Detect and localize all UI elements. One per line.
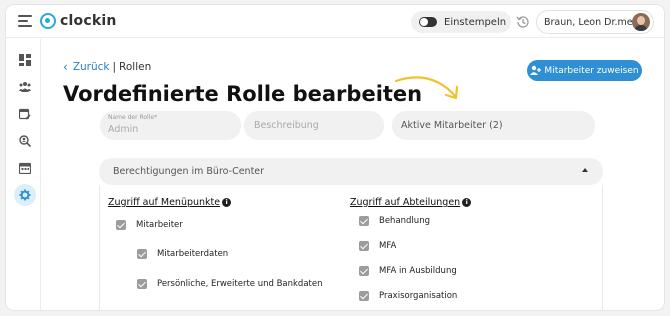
checkbox[interactable] <box>137 279 147 289</box>
dashboard-icon <box>19 54 31 66</box>
stamp-in-button[interactable]: Einstempeln <box>411 11 511 33</box>
role-name-label: Name der Rolle* <box>108 114 158 121</box>
logo[interactable]: clockin <box>40 13 117 29</box>
department-checkbox-row[interactable]: MFA <box>359 241 396 251</box>
checkbox[interactable] <box>359 216 369 226</box>
checkbox[interactable] <box>359 241 369 251</box>
chevron-up-icon[interactable] <box>582 168 588 172</box>
active-employees-label: Aktive Mitarbeiter (2) <box>401 120 503 131</box>
assign-employees-label: Mitarbeiter zuweisen <box>544 65 639 76</box>
user-menu[interactable]: Braun, Leon Dr.med. <box>536 10 654 34</box>
active-employees-field[interactable]: Aktive Mitarbeiter (2) <box>392 111 595 140</box>
page-title: Vordefinierte Rolle bearbeiten <box>63 82 423 106</box>
menu-item-checkbox-row[interactable]: Mitarbeiterdaten <box>137 249 228 259</box>
checkbox-label: Praxisorganisation <box>379 291 458 301</box>
checkbox-label: Persönliche, Erweiterte und Bankdaten <box>157 279 323 289</box>
sidebar-item-calendar[interactable] <box>14 157 36 179</box>
sidebar-item-planning[interactable] <box>14 103 36 125</box>
info-icon[interactable]: i <box>462 198 472 207</box>
top-bar: clockin Einstempeln Braun, Leon Dr.med. <box>6 5 664 38</box>
checkbox-label: MFA <box>379 241 397 251</box>
assign-employees-button[interactable]: Mitarbeiter zuweisen <box>527 60 642 81</box>
checkbox-label: MFA in Ausbildung <box>379 266 457 276</box>
menu-item-checkbox-row[interactable]: Persönliche, Erweiterte und Bankdaten <box>137 279 322 289</box>
checkbox-label: Mitarbeiterdaten <box>157 249 229 259</box>
sidebar-item-search[interactable] <box>14 130 36 152</box>
role-name-value: Admin <box>108 124 139 135</box>
description-field[interactable]: Beschreibung <box>244 111 384 140</box>
checkbox[interactable] <box>116 220 126 230</box>
info-icon[interactable]: i <box>222 198 232 207</box>
chevron-left-icon[interactable]: ‹ <box>63 60 68 74</box>
department-access-title: Zugriff auf Abteilungen <box>350 197 461 208</box>
search-person-icon <box>19 135 31 147</box>
add-user-icon <box>530 65 542 75</box>
checkbox[interactable] <box>137 249 147 259</box>
sidebar-item-settings[interactable] <box>14 184 36 206</box>
checkbox[interactable] <box>359 291 369 301</box>
avatar <box>632 13 650 31</box>
department-checkbox-row[interactable]: MFA in Ausbildung <box>359 266 457 276</box>
app-name: clockin <box>60 13 117 29</box>
breadcrumb-separator: | <box>112 61 117 73</box>
history-icon[interactable] <box>516 15 530 29</box>
menu-access-title: Zugriff auf Menüpunkte <box>108 197 221 208</box>
permissions-accordion-header[interactable]: Berechtigungen im Büro-Center <box>99 158 603 185</box>
user-name: Braun, Leon Dr.med. <box>544 16 642 28</box>
description-placeholder: Beschreibung <box>254 120 319 131</box>
menu-toggle-icon[interactable] <box>18 15 32 28</box>
role-name-field[interactable]: Name der Rolle* Admin <box>100 111 241 140</box>
stamp-in-label: Einstempeln <box>444 16 507 28</box>
clockin-logo-icon <box>40 13 56 29</box>
annotation-arrow-icon <box>394 76 459 100</box>
calendar-edit-icon <box>19 108 31 120</box>
team-icon <box>19 82 31 92</box>
sidebar-item-dashboard[interactable] <box>14 49 36 71</box>
breadcrumb-current: Rollen <box>119 61 152 73</box>
app-window: clockin Einstempeln Braun, Leon Dr.med. <box>5 4 665 311</box>
checkbox-label: Behandlung <box>379 216 430 226</box>
sidebar <box>6 39 41 310</box>
department-checkbox-row[interactable]: Praxisorganisation <box>359 291 457 301</box>
checkbox[interactable] <box>359 266 369 276</box>
department-checkbox-row[interactable]: Behandlung <box>359 216 430 226</box>
sidebar-item-team[interactable] <box>14 76 36 98</box>
department-access-heading: Zugriff auf Abteilungen i <box>350 197 472 208</box>
menu-access-heading: Zugriff auf Menüpunkte i <box>108 197 232 208</box>
gear-icon <box>19 189 31 201</box>
breadcrumb: ‹ Zurück | Rollen <box>63 60 151 74</box>
permissions-section-title: Berechtigungen im Büro-Center <box>113 166 265 177</box>
stamp-toggle[interactable] <box>419 17 437 27</box>
menu-item-checkbox-row[interactable]: Mitarbeiter <box>116 220 183 230</box>
checkbox-label: Mitarbeiter <box>136 220 183 230</box>
calendar-icon <box>19 162 31 174</box>
back-link[interactable]: Zurück <box>73 61 110 73</box>
